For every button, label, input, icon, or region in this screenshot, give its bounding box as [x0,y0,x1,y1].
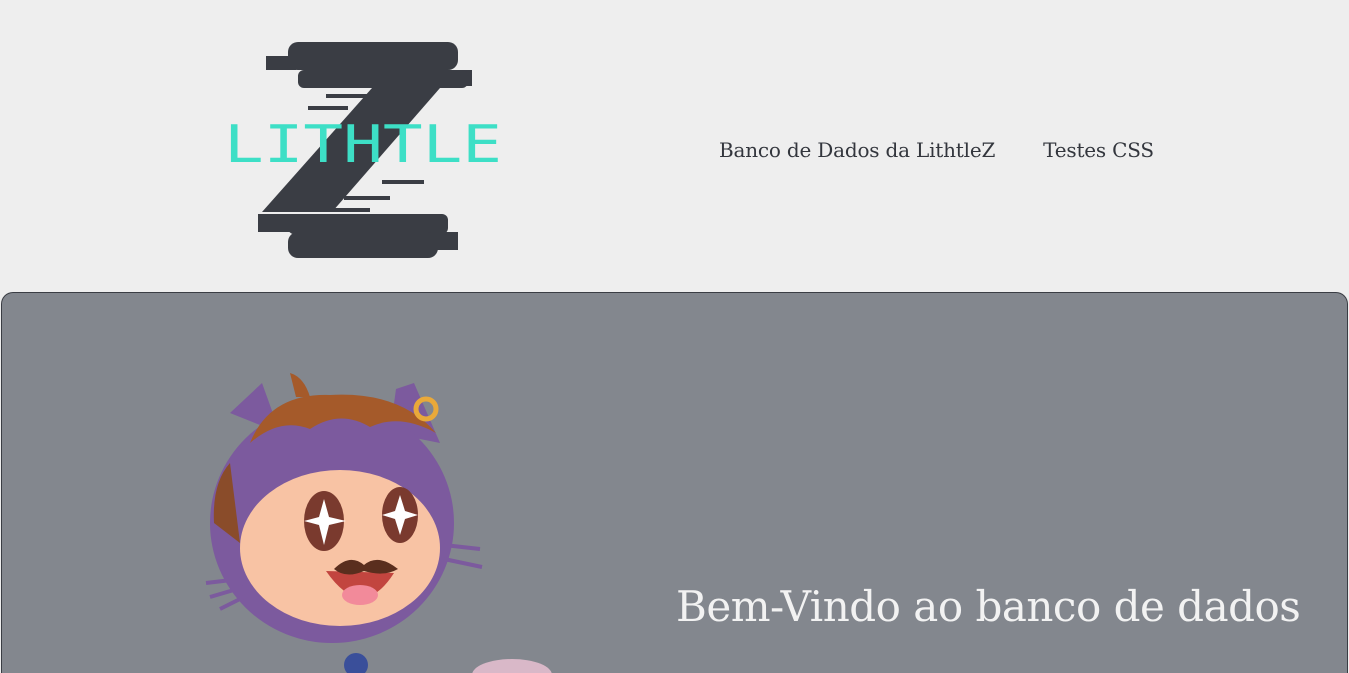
lithtlez-logo[interactable]: LITHTLE [222,40,504,262]
site-header: LITHTLE Banco de Dados da LithtleZ Teste… [0,0,1349,292]
nav-link-banco-de-dados[interactable]: Banco de Dados da LithtleZ [719,138,995,162]
octocat-mascot-illustration [205,373,552,673]
hero-section: Bem-Vindo ao banco de dados [1,292,1348,673]
logo-text: LITHTLE [224,115,502,175]
hero-title: Bem-Vindo ao banco de dados [676,582,1301,631]
main-nav: Banco de Dados da LithtleZ Testes CSS [719,138,1154,162]
nav-link-testes-css[interactable]: Testes CSS [1043,138,1154,162]
